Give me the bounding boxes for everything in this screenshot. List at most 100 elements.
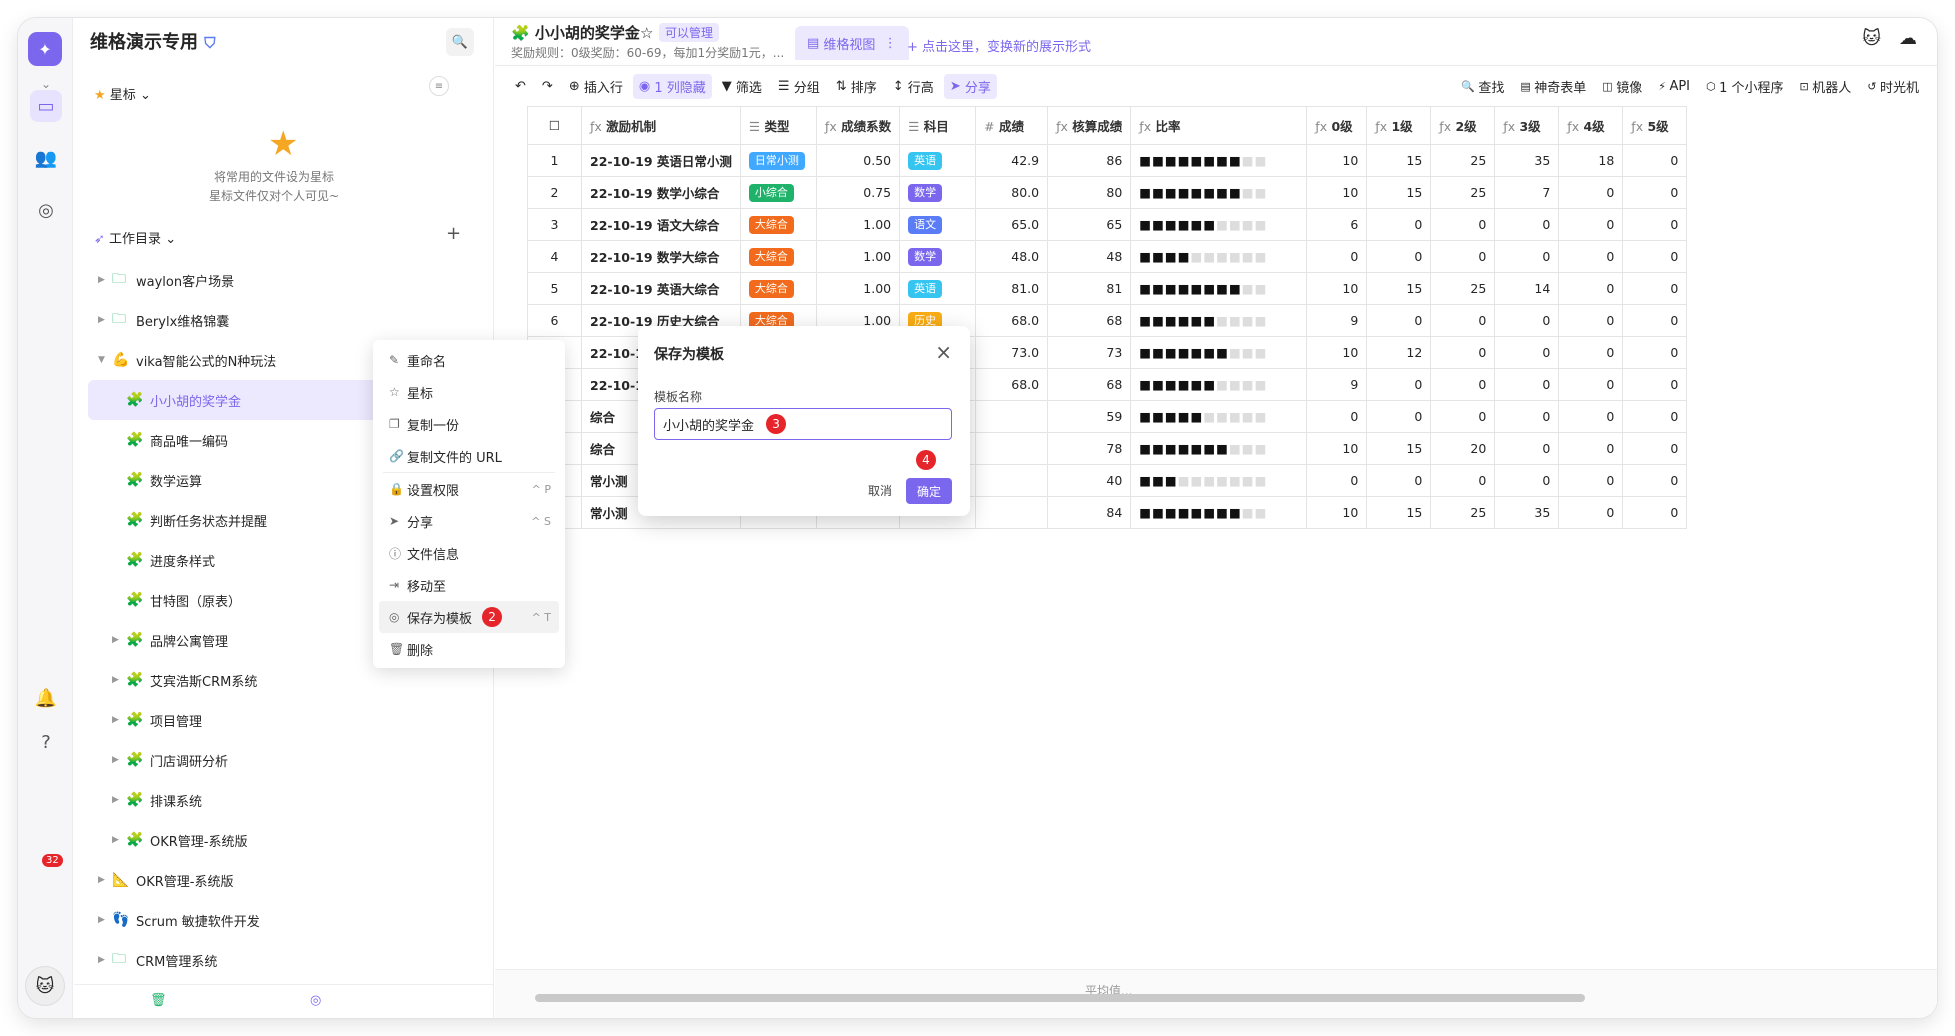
menu-item[interactable]: ⓘ 文件信息 [379,537,559,569]
cell-level[interactable]: 0 [1366,208,1432,241]
cell-score[interactable]: 81.0 [975,272,1049,305]
sidebar-item[interactable]: ▶ 🗀 CRM管理系统 [88,940,488,980]
cell-type[interactable]: 大综合 [739,240,817,273]
cell-level[interactable]: 0 [1430,304,1496,337]
cell-ratio-bar[interactable]: ■■■■■■■■■■ [1130,176,1308,209]
cell-level[interactable]: 0 [1622,400,1688,433]
cell-level[interactable]: 14 [1494,272,1560,305]
sidebar-item[interactable]: ▶ 🧩 门店调研分析 [88,740,488,780]
cell-level[interactable]: 0 [1622,432,1688,465]
horizontal-scrollbar[interactable] [535,994,1585,1002]
expand-arrow-icon[interactable]: ▶ [98,955,112,965]
cell-level[interactable]: 7 [1494,176,1560,209]
column-header[interactable]: ƒx 激励机制 [581,106,741,145]
column-header[interactable]: ƒx 4级 [1558,106,1624,145]
column-header[interactable]: ƒx 比率 [1130,106,1308,145]
cell-calc[interactable]: 81 [1047,272,1132,305]
space-logo-icon[interactable]: ✦ [28,32,62,66]
templates-icon[interactable]: ◎ [30,194,62,226]
bell-icon[interactable]: 🔔 [30,682,62,714]
cell-level[interactable]: 35 [1494,496,1560,529]
column-header[interactable]: ☰ 科目 [899,106,977,145]
toolbar-item[interactable]: 🔍 查找 [1455,74,1510,99]
cell-calc[interactable]: 80 [1047,176,1132,209]
cell-level[interactable]: 0 [1622,368,1688,401]
expand-arrow-icon[interactable]: ▶ [98,875,112,885]
add-view-link[interactable]: + 点击这里，变换新的展示形式 [907,36,1091,55]
cell-level[interactable]: 15 [1366,176,1432,209]
cell-level[interactable]: 0 [1558,336,1624,369]
cell-calc[interactable]: 78 [1047,432,1132,465]
cell-coef[interactable]: 1.00 [815,208,901,241]
sidebar-item[interactable]: ▶ 🗀 waylon客户场景 [88,260,488,300]
cell-name[interactable]: 22-10-19 英语日常小测 [581,144,741,177]
cell-level[interactable]: 0 [1430,208,1496,241]
cell-ratio-bar[interactable]: ■■■■■■■■■■ [1130,464,1308,497]
cell-ratio-bar[interactable]: ■■■■■■■■■■ [1130,496,1308,529]
cell-type[interactable]: 大综合 [739,272,817,305]
expand-arrow-icon[interactable]: ▶ [112,635,126,645]
table-row[interactable]: 1 22-10-19 英语日常小测 日常小测 0.50 英语 42.9 86 ■■■■■■■■… [527,144,1688,177]
cell-level[interactable]: 0 [1366,400,1432,433]
cell-score[interactable] [975,464,1049,497]
cell-level[interactable]: 0 [1622,272,1688,305]
select-all-checkbox[interactable]: ☐ [527,106,582,145]
expand-arrow-icon[interactable]: ▶ [112,835,126,845]
datasheet-description[interactable]: 奖励规则：0级奖励：60-69，每加1分奖励1元，... [511,44,784,61]
menu-item[interactable]: ⇥ 移动至 [379,569,559,601]
cell-level[interactable]: 0 [1622,144,1688,177]
cell-level[interactable]: 10 [1306,432,1368,465]
toolbar-item[interactable]: ◫ 镜像 [1596,74,1648,99]
cell-level[interactable]: 15 [1366,144,1432,177]
column-header[interactable]: ƒx 2级 [1430,106,1496,145]
cell-name[interactable]: 22-10-19 数学大综合 [581,240,741,273]
user-avatar-icon[interactable]: 🐱 [1862,28,1881,49]
cell-name[interactable]: 22-10-19 数学小综合 [581,176,741,209]
cell-calc[interactable]: 84 [1047,496,1132,529]
menu-item[interactable]: ☆ 星标 [379,376,559,408]
cell-level[interactable]: 9 [1306,304,1368,337]
cell-level[interactable]: 0 [1430,464,1496,497]
cell-score[interactable] [975,496,1049,529]
toolbar-item[interactable]: ⊡ 机器人 [1794,74,1858,99]
cell-calc[interactable]: 86 [1047,144,1132,177]
cell-level[interactable]: 25 [1430,144,1496,177]
cell-level[interactable]: 0 [1622,304,1688,337]
cell-level[interactable]: 10 [1306,336,1368,369]
cell-level[interactable]: 0 [1494,240,1560,273]
menu-item[interactable]: 🔗 复制文件的 URL [379,440,559,472]
cell-level[interactable]: 0 [1430,368,1496,401]
cell-level[interactable]: 0 [1494,432,1560,465]
toolbar-item[interactable]: ⚡ API [1652,76,1696,97]
cell-level[interactable]: 0 [1494,336,1560,369]
cell-level[interactable]: 0 [1494,464,1560,497]
cell-calc[interactable]: 48 [1047,240,1132,273]
cell-level[interactable]: 25 [1430,176,1496,209]
cell-ratio-bar[interactable]: ■■■■■■■■■■ [1130,336,1308,369]
cell-score[interactable]: 65.0 [975,208,1049,241]
menu-item[interactable]: 🗑 删除 [379,633,559,665]
cell-level[interactable]: 25 [1430,272,1496,305]
trash-icon[interactable]: 🗑 [150,993,167,1008]
cell-score[interactable]: 73.0 [975,336,1049,369]
cell-coef[interactable]: 0.50 [815,144,901,177]
cell-level[interactable]: 0 [1558,400,1624,433]
template-name-input[interactable]: 小小胡的奖学金 3 [654,408,952,440]
cell-calc[interactable]: 59 [1047,400,1132,433]
expand-arrow-icon[interactable]: ▼ [98,355,112,365]
cell-level[interactable]: 10 [1306,176,1368,209]
expand-arrow-icon[interactable]: ▶ [112,755,126,765]
cell-level[interactable]: 0 [1306,400,1368,433]
cell-level[interactable]: 10 [1306,496,1368,529]
cell-score[interactable]: 68.0 [975,368,1049,401]
cell-level[interactable]: 0 [1558,208,1624,241]
cell-subject[interactable]: 英语 [899,144,977,177]
toolbar-item[interactable]: ☰ 分组 [772,74,826,99]
menu-item[interactable]: ◎ 保存为模板 2 ^ T [379,601,559,633]
cell-level[interactable]: 15 [1366,432,1432,465]
cell-level[interactable]: 0 [1558,304,1624,337]
search-icon[interactable]: 🔍 [446,28,474,56]
cell-score[interactable]: 48.0 [975,240,1049,273]
cell-ratio-bar[interactable]: ■■■■■■■■■■ [1130,208,1308,241]
cell-ratio-bar[interactable]: ■■■■■■■■■■ [1130,400,1308,433]
